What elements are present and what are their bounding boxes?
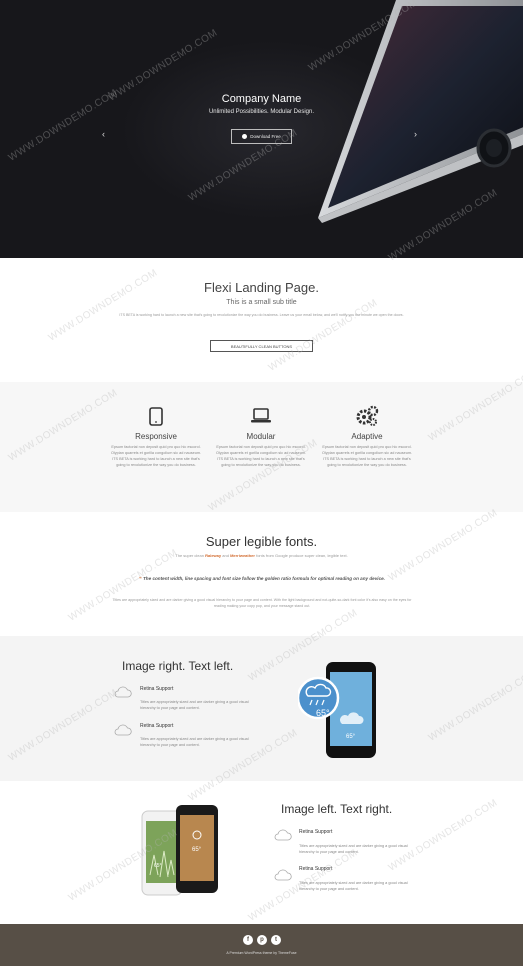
fonts-subtitle: The super clean Raleway and Merriweather…	[0, 553, 523, 558]
download-button[interactable]: Download Free	[231, 129, 292, 144]
phone-temperature: 65°	[316, 708, 330, 718]
features-section: Responsive Epsum factorial non deposit q…	[0, 382, 523, 512]
laptop-icon	[213, 406, 309, 426]
intro-text: ITS BETA is working hard to launch a new…	[119, 313, 404, 317]
fonts-sub-and: and	[222, 553, 229, 558]
image-left-section: 65° 65° Image left. Text right. Retina S…	[0, 781, 523, 924]
tablet-icon	[108, 406, 204, 426]
gears-icon	[319, 405, 415, 426]
hero-subtitle: Unlimited Possibilities. Modular Design.	[208, 109, 315, 115]
feature-modular: Modular Epsum factorial non deposit quid…	[213, 406, 309, 468]
hero-section: Company Name Unlimited Possibilities. Mo…	[0, 0, 523, 258]
feature-item-text: Titles are appropriately sized and are d…	[140, 737, 249, 747]
cloud-icon	[114, 686, 132, 698]
feature-responsive: Responsive Epsum factorial non deposit q…	[108, 406, 204, 468]
feature-item-text: Titles are appropriately sized and are d…	[299, 844, 408, 854]
cloud-icon	[274, 829, 292, 841]
fonts-title: Super legible fonts.	[205, 534, 318, 549]
golden-ratio-quote: ❝ The content width, line spacing and fo…	[130, 575, 394, 582]
quote-text: The content width, line spacing and font…	[143, 576, 385, 581]
cloud-icon	[114, 724, 132, 736]
facebook-icon[interactable]: f	[243, 935, 253, 945]
slider-prev-arrow[interactable]: ‹	[102, 129, 105, 139]
footer-credit: A Premium WordPress theme by ThemeFuse	[226, 951, 297, 955]
feature-adaptive: Adaptive Epsum factorial non deposit qui…	[319, 405, 415, 468]
feature-text: Epsum factorial non deposit quid pro quo…	[110, 445, 202, 467]
weather-phone-image: 65° 65°	[298, 660, 380, 760]
feature-item-title: Retina Support	[299, 866, 333, 872]
feature-title: Responsive	[135, 432, 177, 441]
hero-title: Company Name	[221, 93, 302, 105]
phone-temperature-small: 65°	[346, 734, 356, 740]
clean-buttons-button[interactable]: BEAUTIFULLY CLEAN BUTTONS	[210, 340, 313, 352]
font-name-raleway: Raleway	[205, 553, 222, 558]
slider-next-arrow[interactable]: ›	[414, 129, 417, 139]
intro-subtitle: This is a small sub title	[226, 299, 297, 306]
feature-title: Modular	[246, 432, 276, 441]
image-right-section: Image right. Text left. Retina Support T…	[0, 636, 523, 781]
fonts-body-text: Titles are appropriately sized and are d…	[112, 598, 412, 608]
image-left-title: Image left. Text right.	[281, 802, 393, 816]
download-icon	[242, 134, 248, 139]
feature-item-title: Retina Support	[140, 686, 174, 692]
phone-temperature-small: 65°	[154, 863, 162, 869]
feature-item-text: Titles are appropriately sized and are d…	[299, 881, 408, 891]
pinterest-icon[interactable]: p	[257, 935, 267, 945]
feature-item-title: Retina Support	[299, 829, 333, 835]
fonts-section: Super legible fonts. The super clean Ral…	[0, 512, 523, 636]
twitter-icon[interactable]: t	[271, 935, 281, 945]
feature-text: Epsum factorial non deposit quid pro quo…	[321, 445, 413, 467]
feature-text: Epsum factorial non deposit quid pro quo…	[215, 445, 307, 467]
imac-image	[318, 0, 523, 223]
font-name-merriweather: Merriweather	[230, 553, 255, 558]
cloud-icon	[274, 869, 292, 881]
image-right-title: Image right. Text left.	[122, 659, 234, 673]
fonts-sub-prefix: The super clean	[175, 553, 204, 558]
intro-title: Flexi Landing Page.	[204, 280, 319, 295]
footer: f p t A Premium WordPress theme by Theme…	[0, 924, 523, 966]
feature-item-text: Titles are appropriately sized and are d…	[140, 700, 249, 710]
phones-image: 65° 65°	[140, 805, 222, 897]
feature-item-title: Retina Support	[140, 723, 174, 729]
phone-temperature: 65°	[192, 847, 202, 853]
fonts-sub-suffix: fonts from Google produce super clean, l…	[256, 553, 348, 558]
download-button-label: Download Free	[250, 134, 281, 139]
feature-title: Adaptive	[351, 432, 383, 441]
intro-section: Flexi Landing Page. This is a small sub …	[0, 258, 523, 382]
